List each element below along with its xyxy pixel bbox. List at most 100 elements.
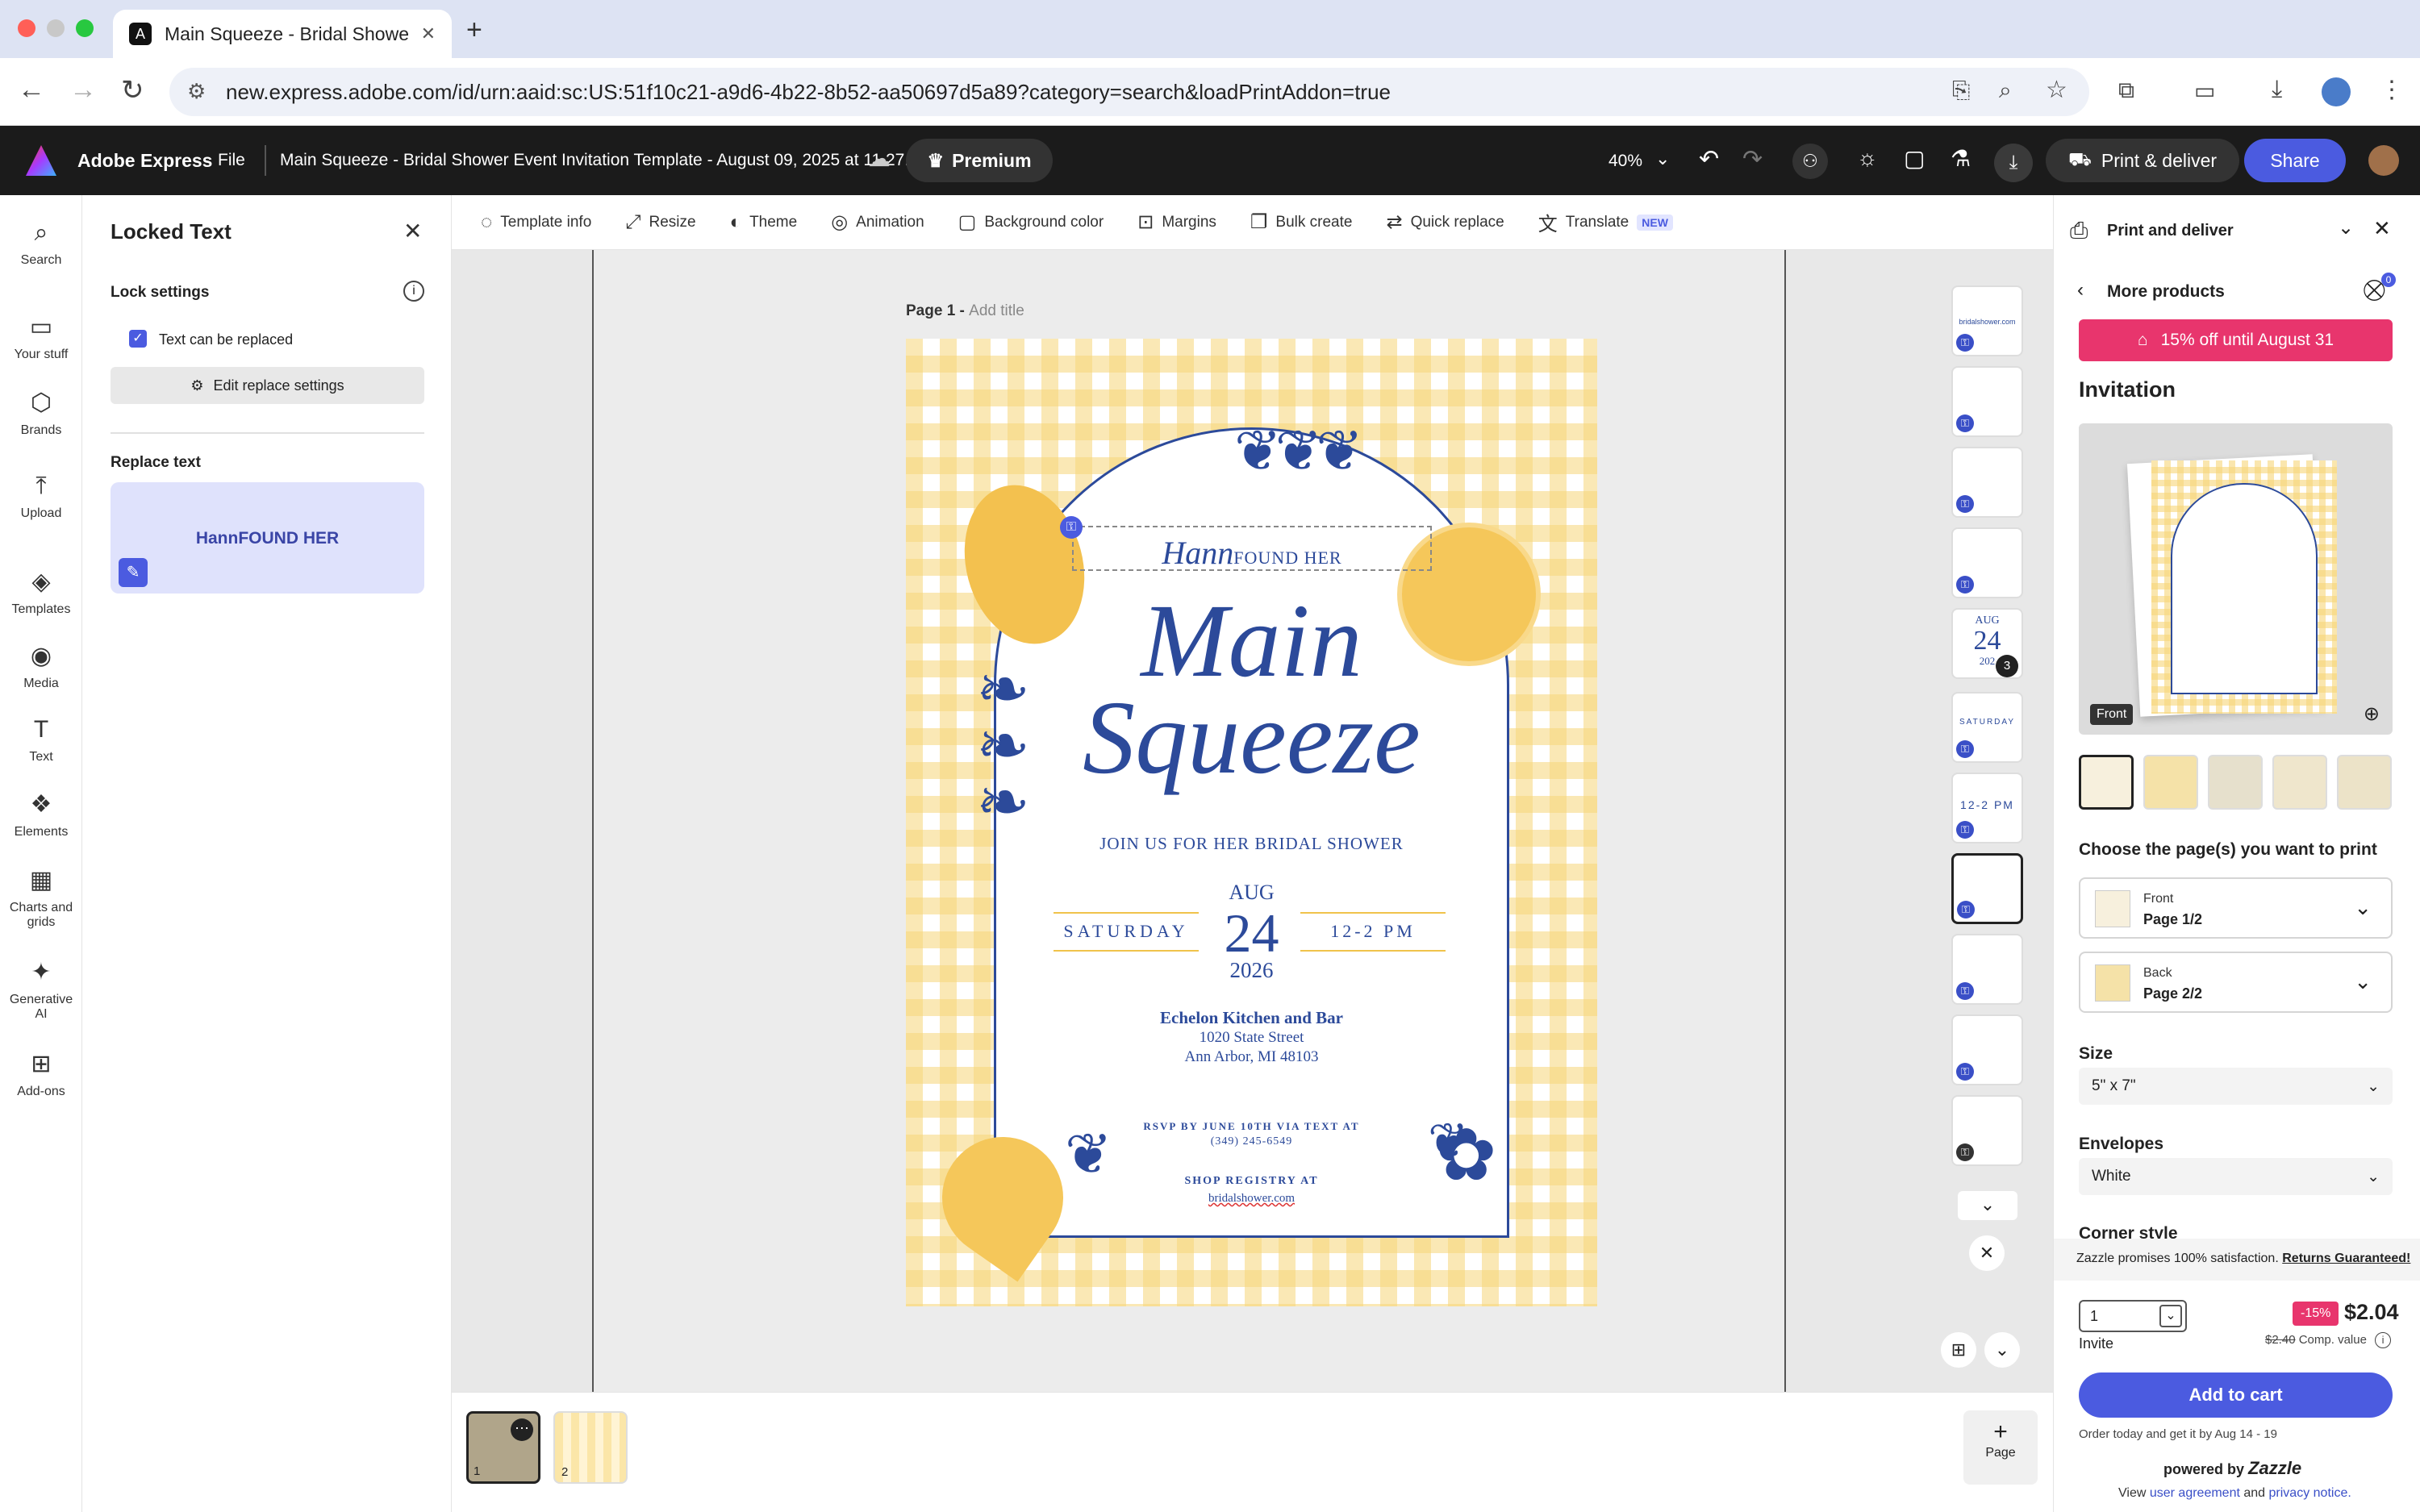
browser-menu-icon[interactable]: ⋮ — [2380, 76, 2404, 104]
edit-replace-settings-button[interactable]: ⚙ Edit replace settings — [111, 367, 424, 404]
layer-thumb-selected[interactable]: ⚿ — [1951, 853, 2023, 924]
edit-pencil-icon[interactable]: ✎ — [119, 558, 148, 587]
translate-button[interactable]: 文 Translate NEW — [1538, 208, 1673, 236]
minimize-window-button[interactable] — [47, 19, 65, 37]
site-settings-icon[interactable]: ⚙ — [187, 79, 206, 104]
premium-button[interactable]: ♛ Premium — [906, 139, 1053, 182]
preview-thumb-3[interactable] — [2208, 755, 2263, 810]
layer-thumb[interactable]: ⚿ — [1951, 934, 2023, 1005]
page-thumb-2[interactable]: 2 — [553, 1411, 628, 1484]
layer-thumb[interactable]: bridalshower.com ⚿ — [1951, 285, 2023, 356]
layer-thumb-date[interactable]: AUG 24 202 3 — [1951, 608, 2023, 679]
downloads-icon[interactable]: ⤓ — [2272, 76, 2282, 103]
preview-thumb-5[interactable] — [2337, 755, 2392, 810]
rail-item-your-stuff[interactable]: ▭ Your stuff — [0, 313, 82, 362]
maximize-window-button[interactable] — [76, 19, 94, 37]
preview-thumb-4[interactable] — [2272, 755, 2327, 810]
rail-item-upload[interactable]: ⤒ Upload — [0, 473, 82, 521]
reload-icon[interactable]: ↻ — [121, 74, 144, 106]
document-title[interactable]: Main Squeeze - Bridal Shower Event Invit… — [280, 151, 928, 170]
close-window-button[interactable] — [18, 19, 35, 37]
bookmark-star-icon[interactable]: ☆ — [2046, 76, 2067, 104]
info-icon[interactable]: i — [2375, 1332, 2392, 1348]
back-icon[interactable]: ← — [18, 74, 45, 106]
resize-button[interactable]: ⤢ Resize — [625, 211, 695, 234]
back-chevron-icon[interactable]: ‹ — [2077, 279, 2084, 302]
invite-user-icon[interactable]: ⚇ — [1792, 144, 1828, 179]
extensions-icon[interactable]: ⧉ — [2118, 77, 2134, 104]
add-title-field[interactable]: Add title — [969, 302, 1024, 319]
rail-item-generative-ai[interactable]: ✦ Generative AI — [0, 958, 82, 1022]
preview-thumb-1[interactable] — [2079, 755, 2134, 810]
user-avatar[interactable] — [2368, 145, 2399, 176]
close-tab-icon[interactable]: ✕ — [421, 23, 436, 44]
share-button[interactable]: Share — [2244, 139, 2346, 182]
print-deliver-button[interactable]: ⛟ Print & deliver — [2046, 139, 2239, 182]
undo-icon[interactable]: ↶ — [1699, 145, 1719, 173]
browser-tab[interactable]: A Main Squeeze - Bridal Showe ✕ — [113, 10, 452, 58]
zoom-level[interactable]: 40% — [1608, 152, 1642, 171]
layer-thumb[interactable]: 12-2 PM ⚿ — [1951, 773, 2023, 843]
margins-button[interactable]: ⊡ Margins — [1137, 210, 1216, 234]
thumbs-more-chevron-icon[interactable]: ⌄ — [1958, 1191, 2017, 1220]
download-icon[interactable]: ⤓ — [1994, 144, 2033, 182]
theme-button[interactable]: ◐ Theme — [730, 211, 798, 234]
info-icon[interactable]: i — [403, 281, 424, 302]
comments-icon[interactable]: ▢ — [1904, 145, 1925, 172]
grid-view-icon[interactable]: ⊞ — [1941, 1332, 1976, 1368]
cast-icon[interactable]: ▭ — [2194, 77, 2215, 104]
rail-item-media[interactable]: ◉ Media — [0, 642, 82, 691]
back-page-select[interactable]: Back Page 2/2 ⌄ — [2079, 952, 2393, 1013]
replace-checkbox[interactable]: ✓ — [129, 330, 147, 348]
animation-button[interactable]: ◎ Animation — [831, 210, 924, 234]
close-panel-icon[interactable]: ✕ — [403, 218, 422, 244]
rail-item-brands[interactable]: ⬡ Brands — [0, 389, 82, 438]
selected-text-box[interactable]: HannFOUND HER — [1072, 526, 1432, 571]
rail-item-elements[interactable]: ❖ Elements — [0, 790, 82, 839]
page-thumb-1[interactable]: ⋯ 1 — [466, 1411, 540, 1484]
background-color-button[interactable]: ▢ Background color — [958, 210, 1104, 234]
lock-icon[interactable]: ⚿ — [1060, 516, 1083, 539]
chevron-down-icon[interactable]: ⌄ — [1655, 148, 1670, 169]
ideas-bulb-icon[interactable]: ☼ — [1857, 145, 1878, 171]
zoom-in-icon[interactable]: ⊕ — [2364, 702, 2380, 726]
layer-thumb[interactable]: ⚿ — [1951, 1095, 2023, 1166]
template-info-button[interactable]: ◌ Template info — [481, 211, 591, 234]
more-options-icon[interactable]: ⋯ — [511, 1418, 533, 1441]
rail-item-charts[interactable]: ▦ Charts and grids — [0, 866, 82, 930]
privacy-notice-link[interactable]: privacy notice. — [2269, 1486, 2351, 1500]
returns-link[interactable]: Returns Guaranteed! — [2282, 1252, 2410, 1265]
zoom-icon[interactable]: ⌕ — [1999, 77, 2012, 104]
envelopes-select[interactable]: White ⌄ — [2079, 1158, 2393, 1195]
collapse-chevron-icon[interactable]: ⌄ — [2338, 216, 2354, 240]
close-print-panel-icon[interactable]: ✕ — [2373, 216, 2391, 241]
install-app-icon[interactable]: ⎘ — [1952, 77, 1970, 104]
rail-item-search[interactable]: ⌕ Search — [0, 219, 82, 268]
collapse-chevron-icon[interactable]: ⌄ — [1984, 1332, 2020, 1368]
new-tab-button[interactable]: + — [466, 15, 482, 46]
forward-icon[interactable]: → — [69, 74, 97, 106]
layer-thumb[interactable]: ⚿ — [1951, 527, 2023, 598]
redo-icon[interactable]: ↷ — [1742, 145, 1763, 173]
profile-avatar[interactable] — [2322, 77, 2351, 106]
rail-item-add-ons[interactable]: ⊞ Add-ons — [0, 1050, 82, 1099]
file-menu[interactable]: File — [218, 151, 245, 170]
preview-thumb-2[interactable] — [2143, 755, 2198, 810]
layer-thumb[interactable]: ⚿ — [1951, 366, 2023, 437]
quantity-select[interactable]: 1 ⌄ — [2079, 1300, 2187, 1332]
user-agreement-link[interactable]: user agreement — [2150, 1486, 2240, 1500]
layer-thumb[interactable]: ⚿ — [1951, 1014, 2023, 1085]
layer-thumb[interactable]: ⚿ — [1951, 447, 2023, 518]
rail-item-templates[interactable]: ◈ Templates — [0, 568, 82, 617]
more-products-link[interactable]: More products — [2107, 282, 2225, 302]
add-page-button[interactable]: + Page — [1963, 1410, 2038, 1485]
close-thumbs-icon[interactable]: ✕ — [1969, 1235, 2005, 1271]
front-page-select[interactable]: Front Page 1/2 ⌄ — [2079, 877, 2393, 939]
bulk-create-button[interactable]: ❐ Bulk create — [1250, 210, 1353, 234]
url-field[interactable]: new.express.adobe.com/id/urn:aaid:sc:US:… — [169, 68, 2089, 116]
labs-flask-icon[interactable]: ⚗ — [1951, 145, 1971, 172]
quick-replace-button[interactable]: ⇄ Quick replace — [1386, 210, 1504, 234]
size-select[interactable]: 5" x 7" ⌄ — [2079, 1068, 2393, 1105]
rail-item-text[interactable]: T Text — [0, 716, 82, 764]
product-preview[interactable]: Front ⊕ — [2079, 423, 2393, 735]
